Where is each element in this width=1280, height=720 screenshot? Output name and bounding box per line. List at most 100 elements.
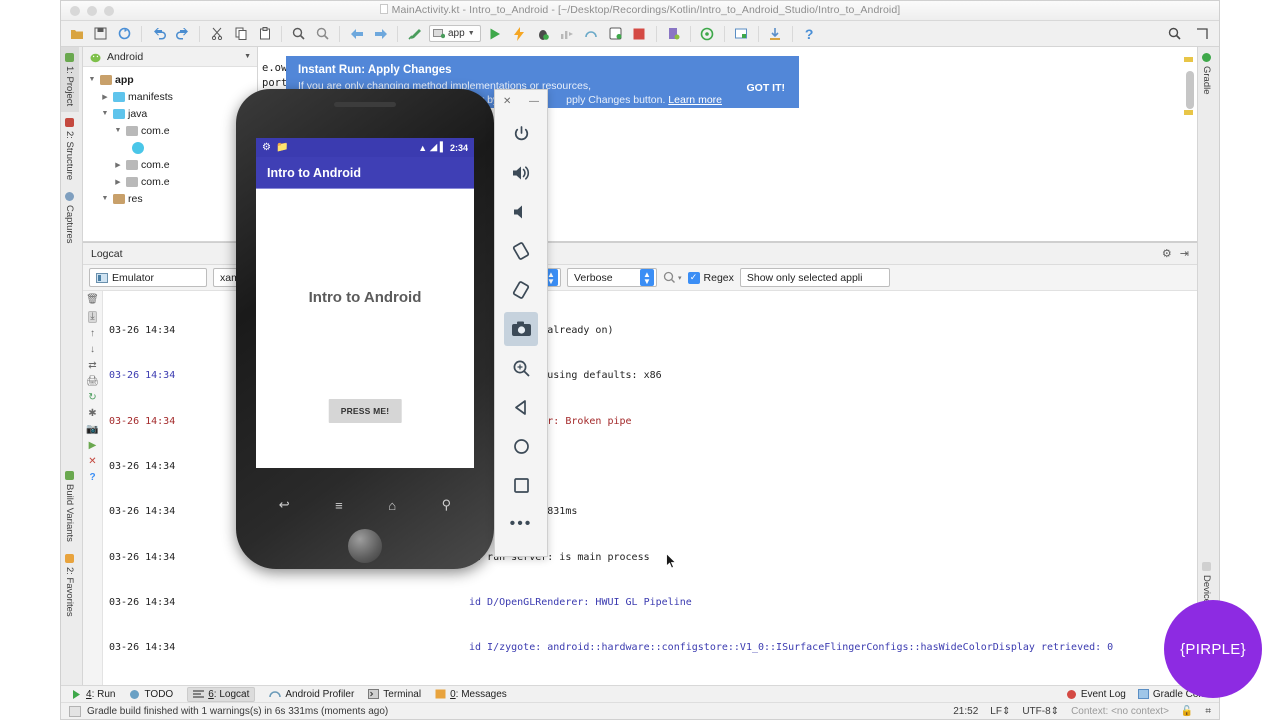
- paste-icon[interactable]: [253, 23, 276, 45]
- disclosure-arrow[interactable]: ▼: [87, 76, 97, 83]
- back-icon[interactable]: [504, 390, 538, 424]
- got-it-button[interactable]: GOT IT!: [747, 82, 786, 94]
- left-tool-tabs[interactable]: 1: Project 2: Structure Captures Build V…: [61, 47, 83, 685]
- tree-node-package-1[interactable]: ▼ com.e: [87, 122, 257, 139]
- learn-more-link[interactable]: Learn more: [668, 94, 722, 106]
- sdk-manager-icon[interactable]: [662, 23, 685, 45]
- home-icon[interactable]: ⌂: [388, 498, 396, 513]
- redo-icon[interactable]: [171, 23, 194, 45]
- print-icon[interactable]: 🖨: [86, 377, 99, 387]
- sync-gradle-icon[interactable]: [696, 23, 719, 45]
- home-icon[interactable]: [504, 429, 538, 463]
- phone-screen[interactable]: ⚙ 📁 ▲ ◢ ▍ 2:34 Intro to Android Intro to…: [256, 138, 474, 468]
- sidebar-item-build-variants[interactable]: Build Variants: [61, 465, 79, 548]
- restart-icon[interactable]: ↻: [88, 393, 96, 403]
- disclosure-arrow[interactable]: ▶: [100, 93, 110, 101]
- tree-node-kotlin-file[interactable]: [87, 139, 257, 156]
- status-bar-right[interactable]: 21:52 LF⇕ UTF-8⇕ Context: <no context> 🔓…: [953, 706, 1211, 717]
- toolbar-right-group[interactable]: [1163, 23, 1219, 45]
- rotate-left-icon[interactable]: [504, 234, 538, 268]
- logcat-side-toolbar[interactable]: 🗑 ⤓ ↑ ↓ ⇄ 🖨 ↻ ✱ 📷 ▶ ✕ ?: [83, 291, 103, 685]
- save-icon[interactable]: [89, 23, 112, 45]
- line-separator-selector[interactable]: LF⇕: [990, 706, 1010, 717]
- project-structure-icon[interactable]: [730, 23, 753, 45]
- search-icon[interactable]: ⚲: [442, 497, 452, 513]
- forward-icon[interactable]: [369, 23, 392, 45]
- find-icon[interactable]: [287, 23, 310, 45]
- tree-node-java[interactable]: ▼ java: [87, 105, 257, 122]
- avd-manager-icon[interactable]: [604, 23, 627, 45]
- disclosure-arrow[interactable]: ▼: [113, 127, 123, 134]
- rotate-right-icon[interactable]: [504, 273, 538, 307]
- tool-button-run[interactable]: 4: Run: [71, 689, 115, 700]
- overview-icon[interactable]: [504, 468, 538, 502]
- disclosure-arrow[interactable]: ▶: [113, 178, 123, 186]
- emulator-toolbar[interactable]: ✕ — •••: [494, 89, 548, 557]
- editor-scrollbar[interactable]: [1186, 71, 1194, 109]
- build-icon[interactable]: [403, 23, 426, 45]
- right-tool-tabs[interactable]: Gradle Device: [1197, 47, 1219, 685]
- tool-button-todo[interactable]: TODO: [129, 689, 173, 700]
- stepper-icon[interactable]: ▲ ▼: [640, 269, 654, 286]
- disclosure-arrow[interactable]: ▼: [100, 195, 110, 202]
- close-icon[interactable]: ✕: [503, 96, 511, 107]
- down-icon[interactable]: ↓: [90, 345, 95, 355]
- sidebar-item-project[interactable]: 1: Project: [61, 47, 79, 113]
- clear-icon[interactable]: ✕: [88, 457, 96, 467]
- menu-icon[interactable]: ≡: [335, 498, 343, 513]
- lock-icon[interactable]: 🔓: [1181, 706, 1193, 717]
- screenshot-icon[interactable]: [504, 312, 538, 346]
- tool-button-event-log[interactable]: Event Log: [1066, 689, 1126, 700]
- power-icon[interactable]: [504, 117, 538, 151]
- tool-button-android-profiler[interactable]: Android Profiler: [269, 689, 354, 700]
- scroll-end-icon[interactable]: ⤓: [88, 311, 97, 323]
- copy-icon[interactable]: [229, 23, 252, 45]
- wrap-icon[interactable]: ⇄: [88, 361, 96, 371]
- tree-node-app[interactable]: ▼ app: [87, 71, 257, 88]
- sidebar-item-captures[interactable]: Captures: [61, 186, 79, 250]
- back-icon[interactable]: ↩: [279, 497, 290, 513]
- tool-button-terminal[interactable]: Terminal: [368, 689, 421, 700]
- sidebar-item-favorites[interactable]: 2: Favorites: [61, 548, 79, 623]
- cut-icon[interactable]: [205, 23, 228, 45]
- disclosure-arrow[interactable]: ▶: [113, 161, 123, 169]
- gear-icon[interactable]: ⚙: [1162, 247, 1172, 260]
- press-me-button[interactable]: PRESS ME!: [328, 399, 402, 423]
- undo-icon[interactable]: [147, 23, 170, 45]
- log-search-icon[interactable]: ▾: [663, 271, 682, 284]
- screenshot-icon[interactable]: 📷: [86, 425, 98, 435]
- debug-icon[interactable]: [532, 23, 555, 45]
- back-icon[interactable]: [345, 23, 368, 45]
- sidebar-item-structure[interactable]: 2: Structure: [61, 112, 79, 186]
- device-selector[interactable]: Emulator: [89, 268, 207, 287]
- tool-button-logcat[interactable]: 6: Logcat: [187, 686, 256, 702]
- tool-window-bar[interactable]: 4: Run TODO 6: Logcat Android Profiler T…: [61, 685, 1219, 702]
- project-panel[interactable]: Android ▼ ▼ app ▶ manifests ▼ java ▼ com…: [83, 47, 258, 242]
- sync-icon[interactable]: [113, 23, 136, 45]
- more-icon[interactable]: •••: [504, 507, 538, 541]
- filter-selector[interactable]: Show only selected appli: [739, 268, 890, 287]
- hardware-home-button[interactable]: [348, 529, 382, 563]
- download-icon[interactable]: [764, 23, 787, 45]
- tree-node-package-2[interactable]: ▶ com.e: [87, 156, 257, 173]
- profile-icon[interactable]: [556, 23, 579, 45]
- help-icon[interactable]: ?: [89, 473, 95, 483]
- tool-button-messages[interactable]: 0: Messages: [435, 689, 507, 700]
- stop-icon[interactable]: [628, 23, 651, 45]
- status-bar[interactable]: Gradle build finished with 1 warnings(s)…: [61, 702, 1219, 719]
- search-everywhere-icon[interactable]: [1163, 23, 1186, 45]
- regex-checkbox[interactable]: ✓ Regex: [687, 271, 734, 284]
- android-emulator[interactable]: ⚙ 📁 ▲ ◢ ▍ 2:34 Intro to Android Intro to…: [236, 89, 494, 569]
- logcat-window-actions[interactable]: ⚙ ⇥: [1162, 247, 1189, 260]
- attach-debugger-icon[interactable]: [580, 23, 603, 45]
- run-configuration-selector[interactable]: app ▼: [429, 25, 481, 42]
- volume-down-icon[interactable]: [504, 195, 538, 229]
- trash-icon[interactable]: 🗑: [86, 295, 99, 305]
- android-nav-bar[interactable]: ↩ ≡ ⌂ ⚲: [256, 488, 474, 522]
- run-icon[interactable]: [484, 23, 507, 45]
- instant-run-icon[interactable]: [508, 23, 531, 45]
- sidebar-item-gradle[interactable]: Gradle: [1198, 47, 1216, 101]
- layout-icon[interactable]: [1190, 23, 1213, 45]
- emulator-window-controls[interactable]: ✕ —: [495, 90, 547, 112]
- minimize-icon[interactable]: —: [529, 96, 539, 107]
